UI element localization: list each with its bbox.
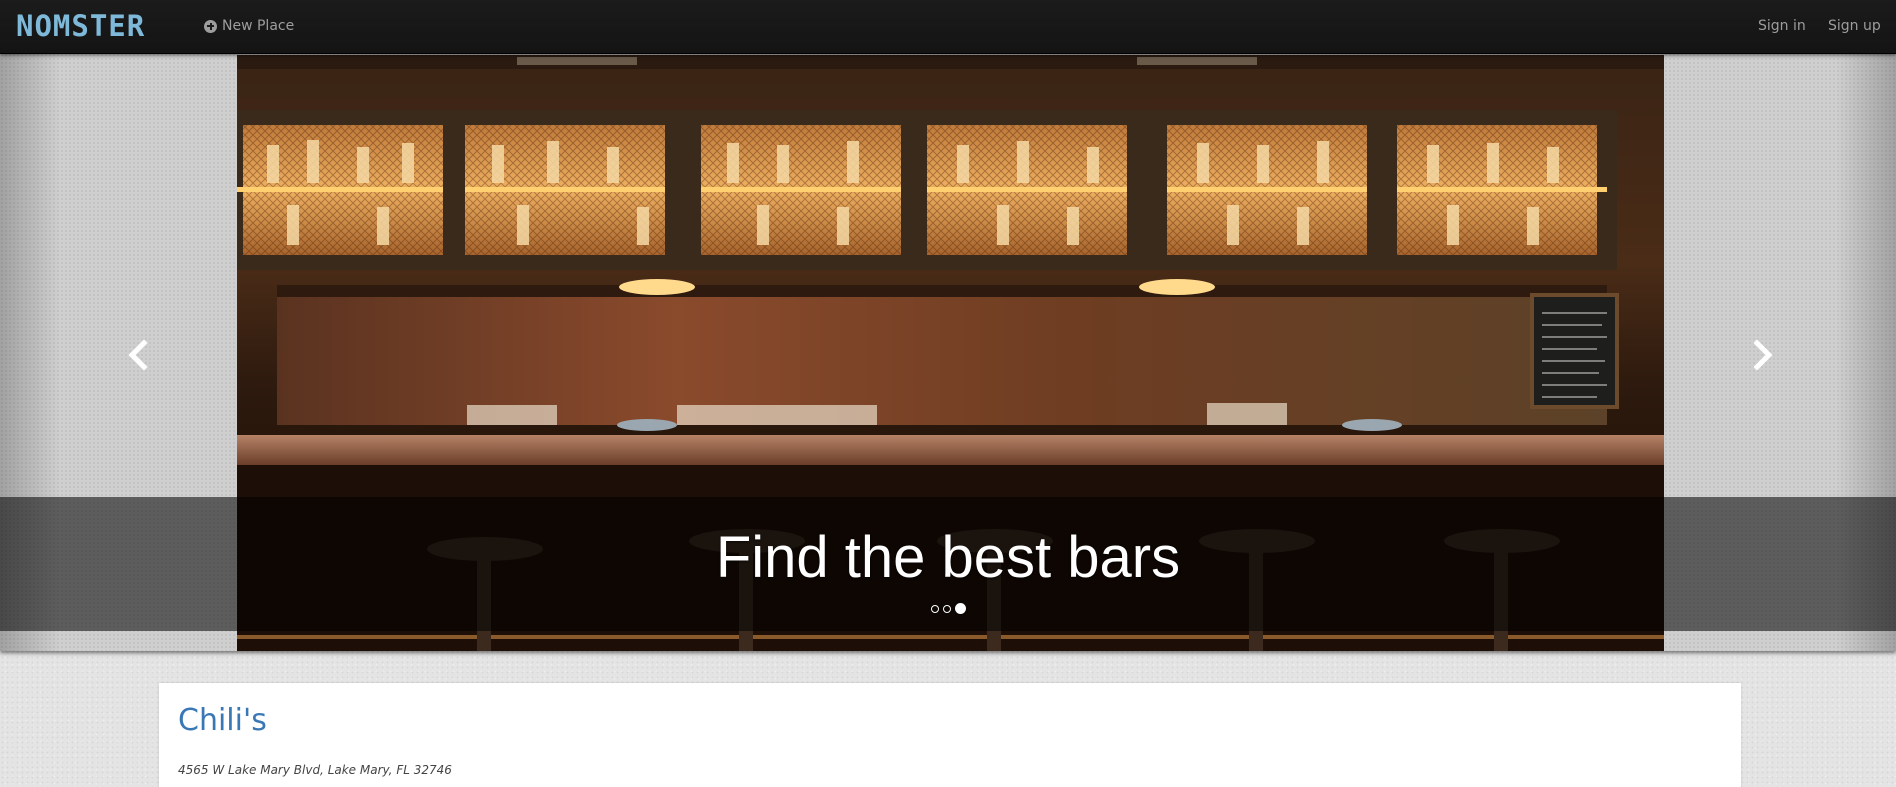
carousel-prev[interactable] [120,335,160,375]
carousel-next[interactable] [1741,335,1781,375]
carousel-indicators [0,603,1896,614]
place-address: 4565 W Lake Mary Blvd, Lake Mary, FL 327… [178,763,452,777]
carousel-indicator-2[interactable] [942,604,951,613]
carousel: Find the best bars [0,53,1896,651]
new-place-link[interactable]: New Place [204,16,294,36]
brand-logo[interactable]: NOMSTER [16,10,145,42]
navbar: NOMSTER New Place Sign in Sign up [0,0,1896,54]
sign-up-link[interactable]: Sign up [1828,16,1881,36]
plus-circle-icon [204,19,217,33]
place-card: Chili's 4565 W Lake Mary Blvd, Lake Mary… [159,683,1741,787]
place-name-link[interactable]: Chili's [178,701,267,741]
new-place-label: New Place [222,18,295,34]
chevron-left-icon [128,339,148,371]
carousel-indicator-1[interactable] [930,604,939,613]
carousel-indicator-3[interactable] [954,603,966,614]
sign-in-link[interactable]: Sign in [1758,16,1806,36]
carousel-caption: Find the best bars [715,525,1181,590]
chevron-right-icon [1753,339,1773,371]
